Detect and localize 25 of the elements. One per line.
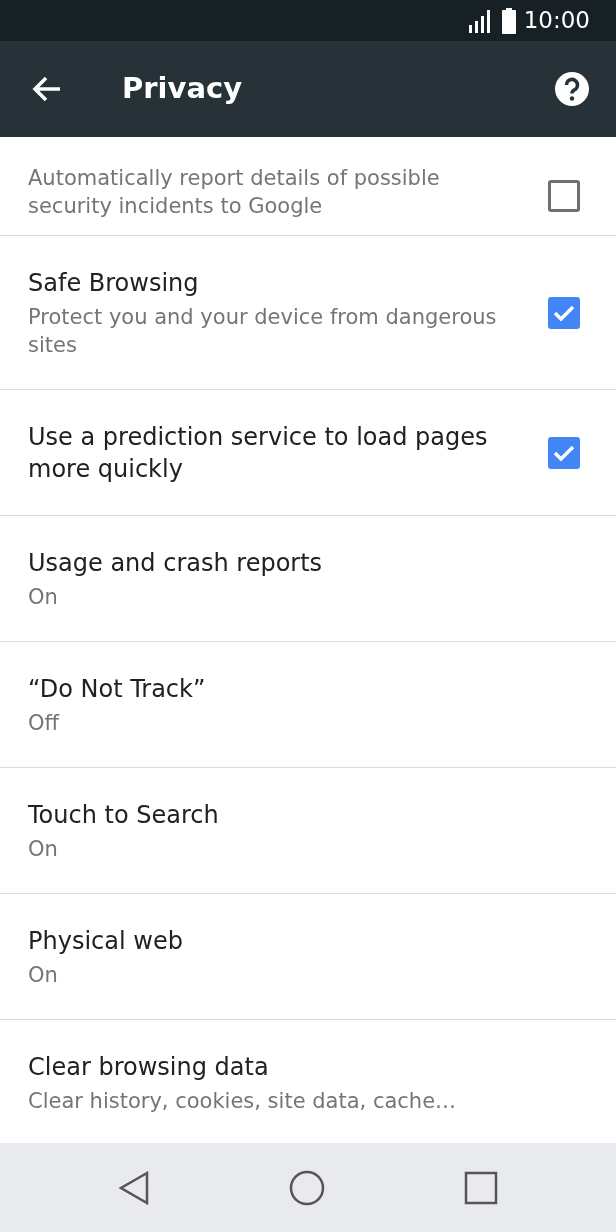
checkbox[interactable] (548, 180, 580, 212)
checkbox[interactable] (548, 436, 580, 469)
back-nav-icon[interactable] (117, 1170, 150, 1205)
setting-description: Off (28, 709, 61, 737)
setting-description: Protect you and your device from dangerous sites (28, 303, 498, 359)
setting-title[interactable]: Touch to Search (28, 798, 556, 831)
back-arrow-icon[interactable] (32, 76, 62, 102)
screen-title: Privacy (122, 70, 243, 108)
setting-title[interactable]: Safe Browsing (28, 266, 524, 299)
setting-title[interactable]: Physical web (28, 924, 556, 957)
setting-description: On (28, 835, 59, 863)
battery-icon (501, 7, 516, 34)
home-nav-icon[interactable] (289, 1169, 325, 1206)
status-time: 10:00 (523, 6, 590, 36)
setting-description: Automatically report details of possible security incidents to Google (28, 165, 441, 220)
help-icon[interactable] (554, 71, 590, 107)
setting-title[interactable]: “Do Not Track” (28, 672, 556, 705)
setting-description: On (28, 583, 59, 611)
setting-title[interactable]: Use a prediction service to load pages more quickly (28, 420, 524, 485)
checkbox[interactable] (548, 296, 580, 329)
setting-title[interactable]: Usage and crash reports (28, 546, 556, 579)
recents-nav-icon[interactable] (464, 1170, 499, 1205)
setting-description: On (28, 961, 59, 989)
setting-description: Clear history, cookies, site data, cache… (28, 1087, 458, 1115)
setting-title[interactable]: Clear browsing data (28, 1050, 556, 1083)
